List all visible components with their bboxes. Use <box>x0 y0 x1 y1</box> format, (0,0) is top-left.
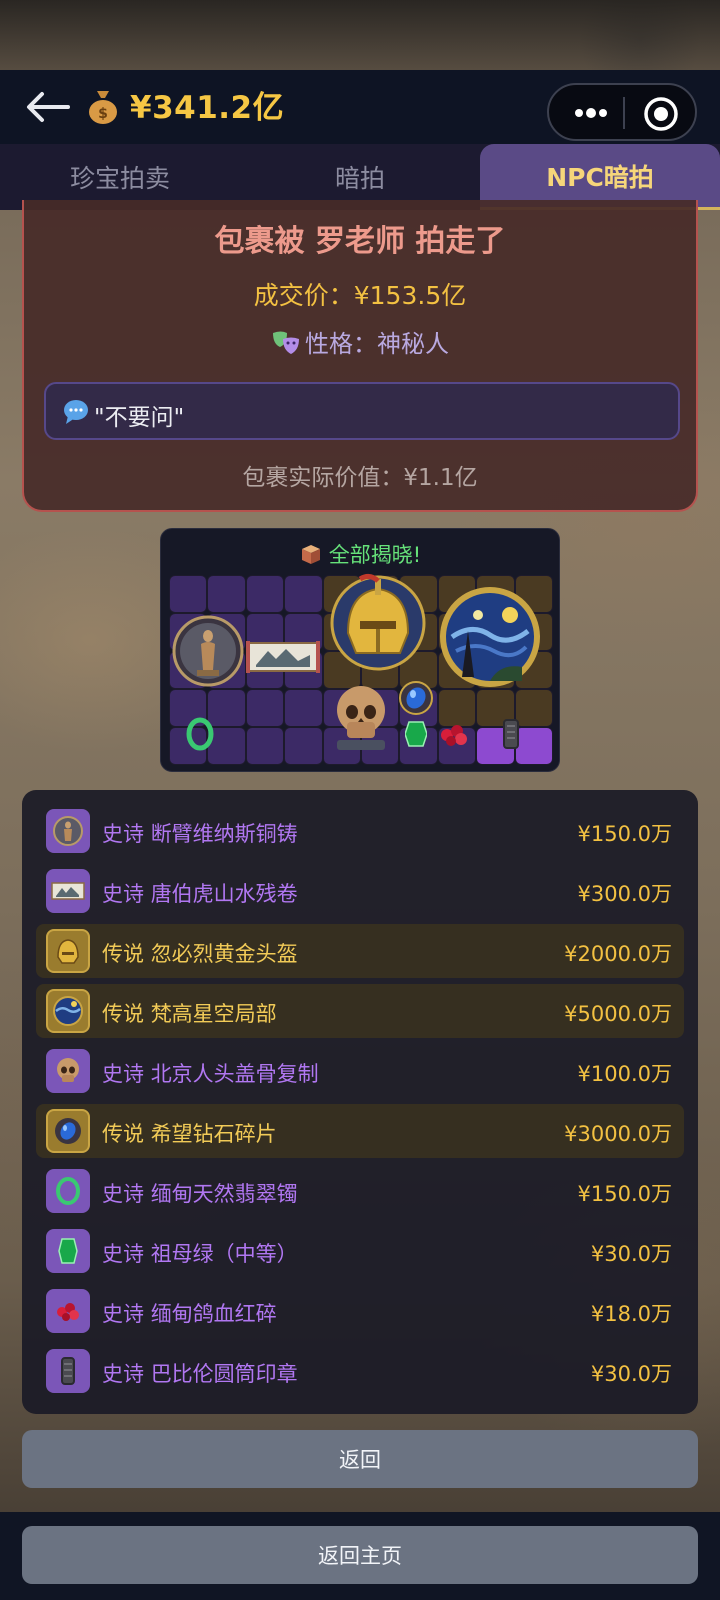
more-dots-icon[interactable] <box>567 99 615 127</box>
item-name: 史诗 缅甸天然翡翠镯 <box>102 1182 298 1206</box>
golden-helmet-icon <box>46 929 90 973</box>
item-price: ¥5000.0万 <box>564 1002 672 1026</box>
item-list: 史诗 断臂维纳斯铜铸 ¥150.0万 史诗 唐伯虎山水残卷 ¥300.0万 传说… <box>22 790 698 1414</box>
skull-icon[interactable] <box>323 679 399 757</box>
capsule-divider <box>623 97 625 129</box>
list-item[interactable]: 传说 梵高星空局部 ¥5000.0万 <box>36 984 684 1038</box>
skull-icon <box>46 1049 90 1093</box>
cylinder-seal-icon[interactable] <box>473 715 549 753</box>
item-price: ¥300.0万 <box>577 882 672 906</box>
item-price: ¥30.0万 <box>590 1362 672 1386</box>
statue-icon <box>46 809 90 853</box>
item-price: ¥100.0万 <box>577 1062 672 1086</box>
item-name: 史诗 缅甸鸽血红碎 <box>102 1302 277 1326</box>
app-header: $ ¥341.2亿 <box>0 70 720 144</box>
item-name: 史诗 巴比伦圆筒印章 <box>102 1362 298 1386</box>
close-target-icon[interactable] <box>643 96 679 132</box>
ruby-icon[interactable] <box>435 715 473 753</box>
scroll-painting-icon[interactable] <box>245 637 321 677</box>
item-name: 史诗 断臂维纳斯铜铸 <box>102 822 298 846</box>
starry-night-icon <box>46 989 90 1033</box>
item-price: ¥150.0万 <box>577 1182 672 1206</box>
reveal-title: 全部揭晓! <box>161 539 559 569</box>
status-bar <box>0 0 720 70</box>
back-button[interactable]: 返回 <box>22 1430 698 1488</box>
theater-masks-icon <box>273 331 299 354</box>
item-name: 传说 忽必烈黄金头盔 <box>102 942 298 966</box>
cylinder-seal-icon <box>46 1349 90 1393</box>
list-item[interactable]: 传说 希望钻石碎片 ¥3000.0万 <box>36 1104 684 1158</box>
emerald-icon <box>46 1229 90 1273</box>
npc-quote-box: "不要问" <box>44 382 680 440</box>
item-price: ¥30.0万 <box>590 1242 672 1266</box>
miniprogram-capsule <box>547 83 697 141</box>
reveal-title-text: 全部揭晓! <box>328 543 422 567</box>
ruby-icon <box>46 1289 90 1333</box>
list-item[interactable]: 史诗 唐伯虎山水残卷 ¥300.0万 <box>36 864 684 918</box>
item-price: ¥18.0万 <box>590 1302 672 1326</box>
statue-icon[interactable] <box>169 613 246 689</box>
list-item[interactable]: 史诗 巴比伦圆筒印章 ¥30.0万 <box>36 1344 684 1398</box>
blue-diamond-icon <box>46 1109 90 1153</box>
emerald-icon[interactable] <box>397 715 435 753</box>
list-item[interactable]: 史诗 北京人头盖骨复制 ¥100.0万 <box>36 1044 684 1098</box>
item-price: ¥150.0万 <box>577 822 672 846</box>
list-item[interactable]: 史诗 缅甸天然翡翠镯 ¥150.0万 <box>36 1164 684 1218</box>
list-item[interactable]: 史诗 祖母绿（中等） ¥30.0万 <box>36 1224 684 1278</box>
jade-bracelet-icon[interactable] <box>181 715 219 753</box>
balance-amount: ¥341.2亿 <box>130 90 285 126</box>
item-price: ¥2000.0万 <box>564 942 672 966</box>
reveal-panel: 全部揭晓! <box>160 528 560 772</box>
starry-night-icon[interactable] <box>435 585 545 689</box>
npc-personality: 性格：神秘人 <box>24 324 696 359</box>
item-name: 史诗 祖母绿（中等） <box>102 1242 298 1266</box>
speech-bubble-icon <box>64 400 88 424</box>
item-name: 史诗 唐伯虎山水残卷 <box>102 882 298 906</box>
money-bag-icon: $ <box>86 87 120 134</box>
item-name: 传说 梵高星空局部 <box>102 1002 277 1026</box>
blue-diamond-icon[interactable] <box>397 679 435 717</box>
list-item[interactable]: 史诗 断臂维纳斯铜铸 ¥150.0万 <box>36 804 684 858</box>
scroll-painting-icon <box>46 869 90 913</box>
item-name: 传说 希望钻石碎片 <box>102 1122 277 1146</box>
actual-value: 包裹实际价值：¥1.1亿 <box>242 465 478 491</box>
package-box-icon <box>301 545 320 564</box>
deal-price: 成交价：¥153.5亿 <box>253 281 467 310</box>
home-button[interactable]: 返回主页 <box>22 1526 698 1584</box>
item-name: 史诗 北京人头盖骨复制 <box>102 1062 319 1086</box>
item-price: ¥3000.0万 <box>564 1122 672 1146</box>
golden-helmet-icon[interactable] <box>323 567 433 675</box>
svg-text:$: $ <box>98 106 108 122</box>
result-title: 包裹被 罗老师 拍走了 <box>214 224 506 259</box>
list-item[interactable]: 史诗 缅甸鸽血红碎 ¥18.0万 <box>36 1284 684 1338</box>
auction-result-card: 包裹被 罗老师 拍走了 成交价：¥153.5亿 性格：神秘人 "不要问" 包裹实… <box>22 200 698 512</box>
npc-quote: "不要问" <box>94 405 185 431</box>
jade-bracelet-icon <box>46 1169 90 1213</box>
list-item[interactable]: 传说 忽必烈黄金头盔 ¥2000.0万 <box>36 924 684 978</box>
back-arrow-icon[interactable] <box>24 90 72 124</box>
personality-text: 性格：神秘人 <box>305 330 449 358</box>
